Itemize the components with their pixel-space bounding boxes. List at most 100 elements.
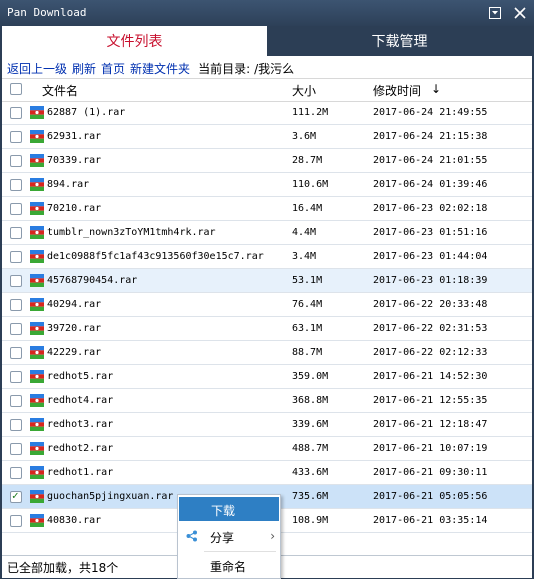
file-name: 42229.rar [47, 347, 102, 358]
row-checkbox[interactable] [10, 395, 22, 407]
archive-file-icon [30, 322, 44, 335]
table-row[interactable]: 62931.rar 3.6M 2017-06-24 21:15:38 [2, 125, 532, 149]
menu-item-rename[interactable]: 重命名 [179, 553, 279, 577]
current-dir-path: /我污么 [254, 61, 295, 76]
table-row[interactable]: 40294.rar 76.4M 2017-06-22 20:33:48 [2, 293, 532, 317]
table-header: 文件名 大小 修改时间 ↓ [2, 78, 532, 102]
file-size: 359.0M [292, 371, 329, 382]
file-modified-time: 2017-06-21 14:52:30 [373, 371, 488, 382]
close-button[interactable] [512, 5, 528, 21]
select-all-checkbox[interactable] [10, 83, 22, 95]
file-modified-time: 2017-06-24 21:49:55 [373, 107, 488, 118]
column-header-name[interactable]: 文件名 [42, 82, 78, 99]
file-modified-time: 2017-06-21 03:35:14 [373, 515, 488, 526]
new-folder-link[interactable]: 新建文件夹 [130, 60, 190, 77]
archive-file-icon [30, 298, 44, 311]
file-modified-time: 2017-06-23 01:18:39 [373, 275, 488, 286]
table-row[interactable]: 894.rar 110.6M 2017-06-24 01:39:46 [2, 173, 532, 197]
file-modified-time: 2017-06-23 01:44:04 [373, 251, 488, 262]
file-modified-time: 2017-06-24 21:01:55 [373, 155, 488, 166]
table-row[interactable]: redhot4.rar 368.8M 2017-06-21 12:55:35 [2, 389, 532, 413]
row-checkbox[interactable] [10, 515, 22, 527]
table-row[interactable]: de1c0988f5fc1af43c913560f30e15c7.rar 3.4M… [2, 245, 532, 269]
row-checkbox[interactable] [10, 419, 22, 431]
file-size: 368.8M [292, 395, 329, 406]
app-window: Pan Download 文件列表 下载管理 返回上一级 刷新 首页 新建文件夹… [0, 0, 534, 579]
file-size: 16.4M [292, 203, 323, 214]
title-bar[interactable]: Pan Download [0, 0, 534, 26]
row-checkbox[interactable] [10, 443, 22, 455]
file-modified-time: 2017-06-21 12:18:47 [373, 419, 488, 430]
row-checkbox[interactable] [10, 131, 22, 143]
file-modified-time: 2017-06-21 10:07:19 [373, 443, 488, 454]
row-checkbox[interactable] [10, 347, 22, 359]
tab-download-manager[interactable]: 下载管理 [267, 26, 532, 56]
tab-bar: 文件列表 下载管理 [2, 26, 532, 56]
file-size: 63.1M [292, 323, 323, 334]
home-link[interactable]: 首页 [101, 60, 125, 77]
row-checkbox[interactable] [10, 467, 22, 479]
file-size: 339.6M [292, 419, 329, 430]
row-checkbox[interactable] [10, 179, 22, 191]
file-size: 433.6M [292, 467, 329, 478]
column-header-time[interactable]: 修改时间 [373, 82, 421, 99]
table-row[interactable]: 39720.rar 63.1M 2017-06-22 02:31:53 [2, 317, 532, 341]
row-checkbox[interactable] [10, 371, 22, 383]
file-size: 108.9M [292, 515, 329, 526]
table-row[interactable]: redhot1.rar 433.6M 2017-06-21 09:30:11 [2, 461, 532, 485]
row-checkbox[interactable] [10, 251, 22, 263]
row-checkbox[interactable] [10, 107, 22, 119]
row-checkbox[interactable] [10, 155, 22, 167]
file-modified-time: 2017-06-22 20:33:48 [373, 299, 488, 310]
menu-item-download[interactable]: 下载 [179, 497, 279, 521]
menu-item-share[interactable]: 分享 › [179, 524, 279, 548]
tab-file-list[interactable]: 文件列表 [2, 26, 267, 56]
archive-file-icon [30, 370, 44, 383]
table-row[interactable]: 70339.rar 28.7M 2017-06-24 21:01:55 [2, 149, 532, 173]
archive-file-icon [30, 466, 44, 479]
row-checkbox[interactable] [10, 275, 22, 287]
file-name: redhot5.rar [47, 371, 114, 382]
menu-separator [204, 551, 276, 552]
archive-file-icon [30, 418, 44, 431]
table-row[interactable]: 70210.rar 16.4M 2017-06-23 02:02:18 [2, 197, 532, 221]
file-modified-time: 2017-06-21 05:05:56 [373, 491, 488, 502]
table-row[interactable]: 62887 (1).rar 111.2M 2017-06-24 21:49:55 [2, 101, 532, 125]
file-name: 40294.rar [47, 299, 102, 310]
file-size: 488.7M [292, 443, 329, 454]
table-row[interactable]: tumblr_nown3zToYM1tmh4rk.rar 4.4M 2017-06-… [2, 221, 532, 245]
minimize-button[interactable] [487, 5, 503, 21]
row-checkbox[interactable] [10, 489, 22, 503]
file-name: redhot2.rar [47, 443, 114, 454]
menu-item-download-label: 下载 [211, 504, 236, 518]
refresh-link[interactable]: 刷新 [72, 60, 96, 77]
table-row[interactable]: redhot5.rar 359.0M 2017-06-21 14:52:30 [2, 365, 532, 389]
file-name: redhot1.rar [47, 467, 114, 478]
table-row[interactable]: redhot2.rar 488.7M 2017-06-21 10:07:19 [2, 437, 532, 461]
row-checkbox[interactable] [10, 299, 22, 311]
archive-file-icon [30, 346, 44, 359]
file-name: 40830.rar [47, 515, 102, 526]
toolbar: 返回上一级 刷新 首页 新建文件夹 当前目录: /我污么 [2, 56, 532, 80]
file-name: de1c0988f5fc1af43c913560f30e15c7.rar [47, 251, 264, 262]
row-checkbox[interactable] [10, 323, 22, 335]
archive-file-icon [30, 274, 44, 287]
table-row[interactable]: 45768790454.rar 53.1M 2017-06-23 01:18:39 [2, 269, 532, 293]
file-size: 111.2M [292, 107, 329, 118]
archive-file-icon [30, 178, 44, 191]
file-modified-time: 2017-06-23 02:02:18 [373, 203, 488, 214]
file-name: 39720.rar [47, 323, 102, 334]
file-name: 62887 (1).rar [47, 107, 126, 118]
table-row[interactable]: 42229.rar 88.7M 2017-06-22 02:12:33 [2, 341, 532, 365]
archive-file-icon [30, 202, 44, 215]
sort-descending-icon: ↓ [431, 82, 442, 96]
menu-item-share-label: 分享 [210, 531, 235, 545]
row-checkbox[interactable] [10, 203, 22, 215]
column-header-size[interactable]: 大小 [292, 82, 316, 99]
table-row[interactable]: redhot3.rar 339.6M 2017-06-21 12:18:47 [2, 413, 532, 437]
share-icon [186, 530, 198, 542]
row-checkbox[interactable] [10, 227, 22, 239]
archive-file-icon [30, 154, 44, 167]
back-link[interactable]: 返回上一级 [7, 60, 67, 77]
archive-file-icon [30, 394, 44, 407]
